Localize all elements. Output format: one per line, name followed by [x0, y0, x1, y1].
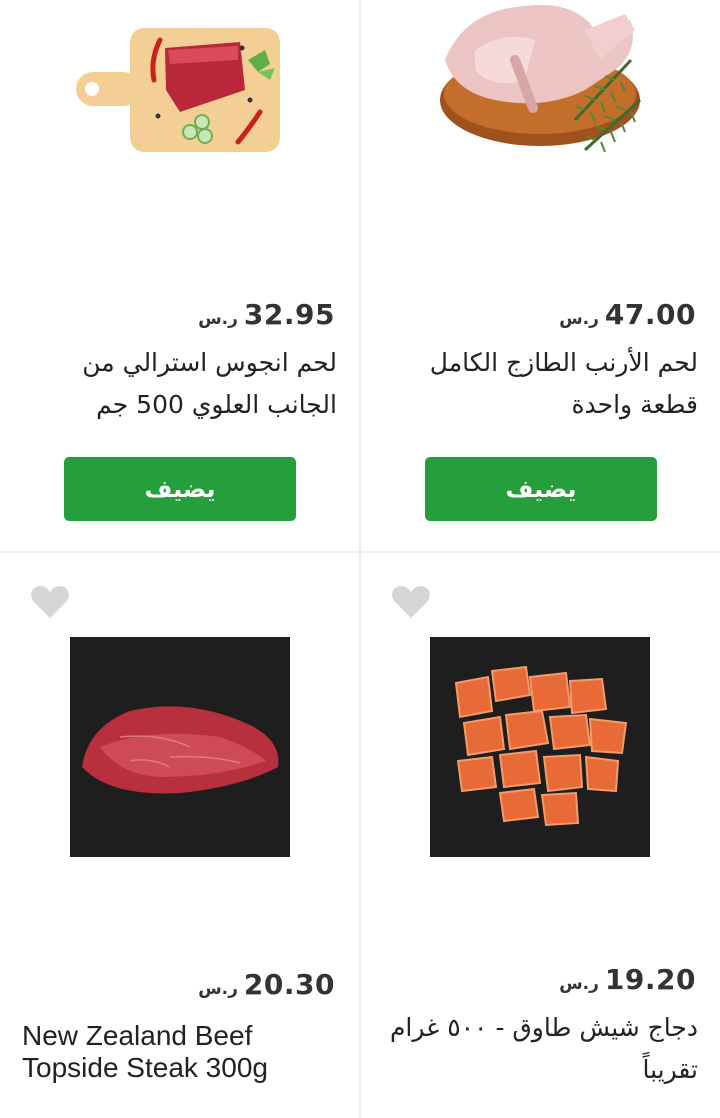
- product-card[interactable]: ر.س 19.20 دجاج شيش طاوق - ٥٠٠ غرام تقريب…: [361, 553, 720, 1118]
- add-to-cart-button[interactable]: يضيف: [425, 457, 657, 521]
- product-name: لحم الأرنب الطازج الكامل قطعة واحدة: [383, 342, 698, 426]
- beef-on-cutting-board-image[interactable]: [70, 20, 290, 160]
- product-price: ر.س 20.30: [198, 968, 335, 1001]
- product-card[interactable]: ر.س 32.95 لحم انجوس استرالي من الجانب ال…: [0, 0, 359, 551]
- whole-rabbit-on-board-image[interactable]: [435, 0, 645, 170]
- currency-symbol: ر.س: [559, 309, 599, 329]
- product-name-line: لحم انجوس استرالي من: [82, 348, 337, 377]
- product-price: ر.س 19.20: [559, 963, 696, 996]
- product-name-line: دجاج شيش طاوق - ٥٠٠ غرام: [389, 1013, 698, 1042]
- favorite-heart-icon[interactable]: [391, 583, 431, 621]
- currency-symbol: ر.س: [198, 309, 238, 329]
- product-name-line: قطعة واحدة: [571, 390, 698, 419]
- price-value: 32.95: [243, 298, 335, 331]
- currency-symbol: ر.س: [198, 979, 238, 999]
- currency-symbol: ر.س: [559, 974, 599, 994]
- favorite-heart-icon[interactable]: [30, 583, 70, 621]
- product-name-line: Topside Steak 300g: [22, 1052, 268, 1083]
- product-name-line: الجانب العلوي 500 جم: [96, 390, 337, 419]
- product-name: دجاج شيش طاوق - ٥٠٠ غرام تقريباً: [383, 1007, 698, 1091]
- price-value: 19.20: [604, 963, 696, 996]
- beef-steak-image[interactable]: [70, 637, 290, 857]
- price-value: 20.30: [243, 968, 335, 1001]
- product-card[interactable]: ر.س 20.30 New Zealand Beef Topside Steak…: [0, 553, 359, 1118]
- price-value: 47.00: [604, 298, 696, 331]
- add-to-cart-button[interactable]: يضيف: [64, 457, 296, 521]
- product-name: لحم انجوس استرالي من الجانب العلوي 500 ج…: [22, 342, 337, 426]
- product-name: New Zealand Beef Topside Steak 300g: [22, 1020, 337, 1084]
- chicken-shish-tawook-image[interactable]: [430, 637, 650, 857]
- product-grid: ر.س 32.95 لحم انجوس استرالي من الجانب ال…: [0, 0, 720, 1118]
- product-price: ر.س 32.95: [198, 298, 335, 331]
- product-name-line: لحم الأرنب الطازج الكامل: [429, 348, 698, 377]
- product-price: ر.س 47.00: [559, 298, 696, 331]
- product-name-line: تقريباً: [642, 1055, 698, 1084]
- product-card[interactable]: ر.س 47.00 لحم الأرنب الطازج الكامل قطعة …: [361, 0, 720, 551]
- product-name-line: New Zealand Beef: [22, 1020, 253, 1051]
